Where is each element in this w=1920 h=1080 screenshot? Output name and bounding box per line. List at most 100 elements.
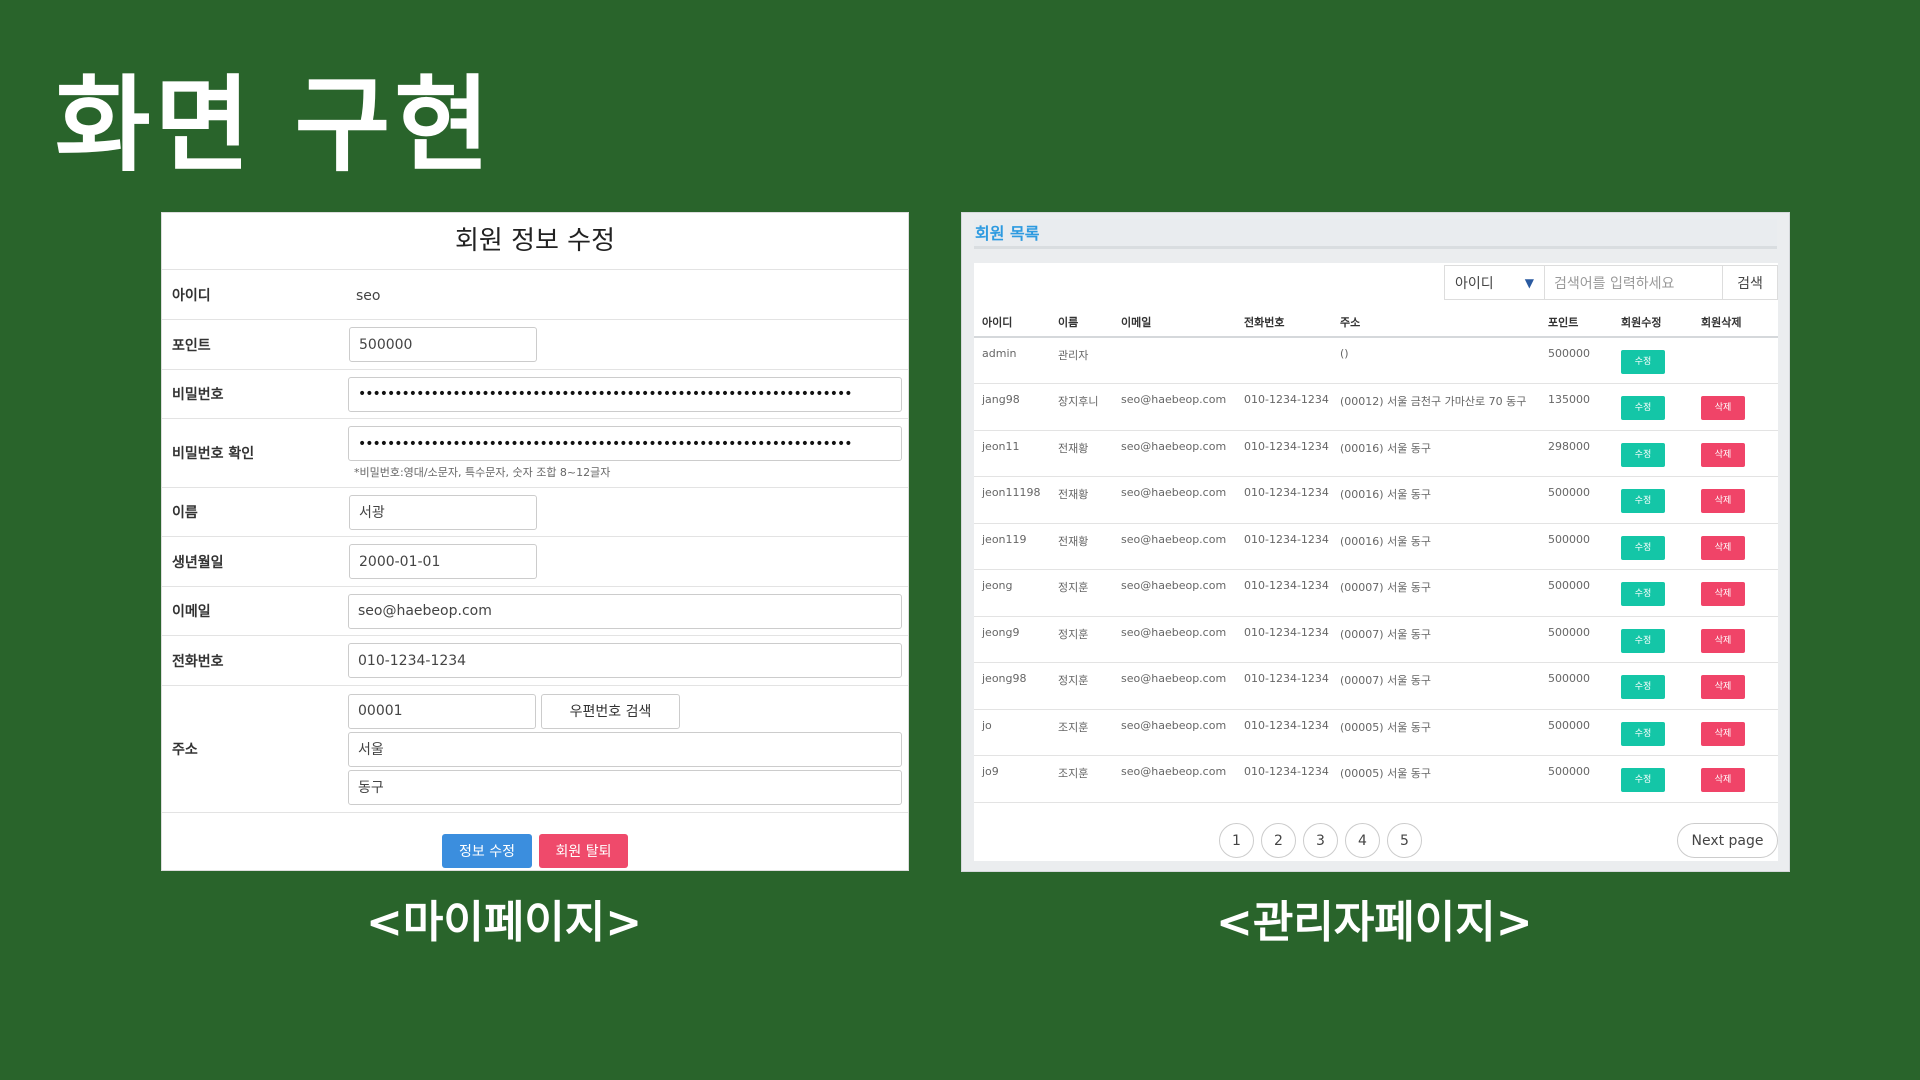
edit-member-button[interactable]: 수정 (1621, 442, 1665, 467)
table-header: 아이디 이름 이메일 전화번호 주소 포인트 회원수정 회원삭제 (974, 307, 1778, 338)
cell-email: seo@haebeop.com (1113, 430, 1236, 477)
table-row: jeon11198 전재황 seo@haebeop.com 010-1234-1234… (974, 476, 1778, 524)
cell-phone: 010-1234-1234 (1236, 476, 1332, 524)
edit-member-button[interactable]: 수정 (1621, 535, 1665, 560)
zipcode-field[interactable]: 00001 (348, 693, 536, 729)
delete-member-button[interactable]: 삭제 (1701, 442, 1745, 467)
point-label: 포인트 (172, 337, 211, 354)
admin-title: 회원 목록 (974, 219, 1777, 249)
address1-field[interactable]: 서울 (348, 731, 902, 767)
phone-field[interactable]: 010-1234-1234 (348, 643, 902, 678)
cell-name: 전재황 (1050, 523, 1113, 570)
chevron-down-icon: ▼ (1524, 275, 1534, 290)
cell-phone: 010-1234-1234 (1236, 569, 1332, 617)
page-2-button[interactable]: 2 (1261, 823, 1296, 858)
cell-point: 500000 (1540, 569, 1613, 617)
search-input[interactable]: 검색어를 입력하세요 (1545, 266, 1723, 299)
page-4-button[interactable]: 4 (1345, 823, 1380, 858)
cell-id: admin (974, 337, 1050, 384)
cell-email: seo@haebeop.com (1113, 709, 1236, 756)
cell-address: () (1332, 337, 1540, 384)
mypage-title: 회원 정보 수정 (162, 213, 908, 270)
cell-point: 298000 (1540, 430, 1613, 477)
delete-member-button[interactable]: 삭제 (1701, 396, 1745, 420)
edit-member-button[interactable]: 수정 (1621, 396, 1665, 420)
email-row: 이메일 seo@haebeop.com (162, 587, 908, 636)
delete-member-button[interactable]: 삭제 (1701, 768, 1745, 792)
birth-field[interactable]: 2000-01-01 (349, 544, 537, 579)
cell-name: 전재황 (1050, 430, 1113, 477)
edit-member-button[interactable]: 수정 (1621, 675, 1665, 699)
delete-member-button[interactable]: 삭제 (1701, 582, 1745, 606)
col-email: 이메일 (1113, 307, 1236, 338)
cell-address: (00005) 서울 동구 (1332, 709, 1540, 756)
edit-member-button[interactable]: 수정 (1621, 768, 1665, 792)
delete-member-button[interactable]: 삭제 (1701, 675, 1745, 699)
search-type-select[interactable]: 아이디 ▼ (1445, 266, 1545, 299)
password-field[interactable]: ••••••••••••••••••••••••••••••••••••••••… (348, 376, 902, 412)
col-id: 아이디 (974, 307, 1050, 338)
cell-id: jo9 (974, 755, 1050, 803)
table-row: jang98 장지후니 seo@haebeop.com 010-1234-1234 (0… (974, 383, 1778, 431)
table-row: jo 조지훈 seo@haebeop.com 010-1234-1234 (00005)… (974, 709, 1778, 756)
address2-field[interactable]: 동구 (348, 769, 902, 805)
cell-delete (1693, 337, 1778, 384)
delete-member-button[interactable]: 삭제 (1701, 535, 1745, 560)
point-field[interactable]: 500000 (349, 327, 537, 362)
birth-row: 생년월일 2000-01-01 (162, 537, 908, 587)
delete-member-button[interactable]: 삭제 (1701, 721, 1745, 746)
password-label: 비밀번호 (172, 387, 224, 403)
update-info-button[interactable]: 정보 수정 (442, 834, 532, 868)
withdraw-button[interactable]: 회원 탈퇴 (539, 834, 628, 868)
edit-member-button[interactable]: 수정 (1621, 628, 1665, 653)
edit-member-button[interactable]: 수정 (1621, 582, 1665, 606)
edit-member-button[interactable]: 수정 (1621, 489, 1665, 513)
id-label: 아이디 (172, 287, 211, 304)
search-button[interactable]: 검색 (1723, 266, 1777, 299)
cell-phone (1236, 337, 1332, 384)
cell-point: 500000 (1540, 709, 1613, 756)
address-label: 주소 (172, 742, 198, 758)
cell-name: 장지후니 (1050, 383, 1113, 431)
search-type-value: 아이디 (1455, 275, 1494, 292)
table-row: admin 관리자 () 500000 수정 (974, 337, 1778, 384)
email-field[interactable]: seo@haebeop.com (348, 593, 902, 629)
cell-name: 정지훈 (1050, 569, 1113, 617)
edit-member-button[interactable]: 수정 (1621, 721, 1665, 746)
col-edit: 회원수정 (1613, 307, 1693, 338)
birth-label: 생년월일 (172, 554, 224, 571)
point-row: 포인트 500000 (162, 320, 908, 370)
password-confirm-field[interactable]: ••••••••••••••••••••••••••••••••••••••••… (348, 426, 902, 461)
name-field[interactable]: 서광 (349, 494, 537, 530)
table-row: jeon119 전재황 seo@haebeop.com 010-1234-1234 (0… (974, 523, 1778, 570)
cell-id: jo (974, 709, 1050, 756)
edit-member-button[interactable]: 수정 (1621, 350, 1665, 374)
caption-admin: <관리자페이지> (1216, 897, 1533, 948)
phone-label: 전화번호 (172, 653, 224, 670)
cell-name: 조지훈 (1050, 709, 1113, 756)
cell-address: (00007) 서울 동구 (1332, 616, 1540, 663)
delete-member-button[interactable]: 삭제 (1701, 489, 1745, 513)
cell-name: 관리자 (1050, 337, 1113, 384)
page-1-button[interactable]: 1 (1219, 823, 1254, 858)
cell-edit: 수정 (1613, 383, 1693, 431)
next-page-button[interactable]: Next page (1677, 823, 1778, 858)
col-delete: 회원삭제 (1693, 307, 1778, 338)
cell-email: seo@haebeop.com (1113, 755, 1236, 803)
cell-email: seo@haebeop.com (1113, 616, 1236, 663)
pagination: 1 2 3 4 5 (1219, 823, 1422, 858)
delete-member-button[interactable]: 삭제 (1701, 628, 1745, 653)
cell-phone: 010-1234-1234 (1236, 430, 1332, 477)
address-row: 주소 00001 우편번호 검색 서울 동구 (162, 686, 908, 813)
cell-email: seo@haebeop.com (1113, 476, 1236, 524)
password-row: 비밀번호 •••••••••••••••••••••••••••••••••••… (162, 370, 908, 419)
page-3-button[interactable]: 3 (1303, 823, 1338, 858)
cell-id: jeon11198 (974, 476, 1050, 524)
zipcode-search-button[interactable]: 우편번호 검색 (541, 693, 680, 729)
cell-address: (00012) 서울 금천구 가마산로 70 동구 (1332, 383, 1540, 431)
cell-delete: 삭제 (1693, 476, 1778, 524)
cell-email: seo@haebeop.com (1113, 569, 1236, 617)
cell-phone: 010-1234-1234 (1236, 383, 1332, 431)
page-5-button[interactable]: 5 (1387, 823, 1422, 858)
col-phone: 전화번호 (1236, 307, 1332, 338)
